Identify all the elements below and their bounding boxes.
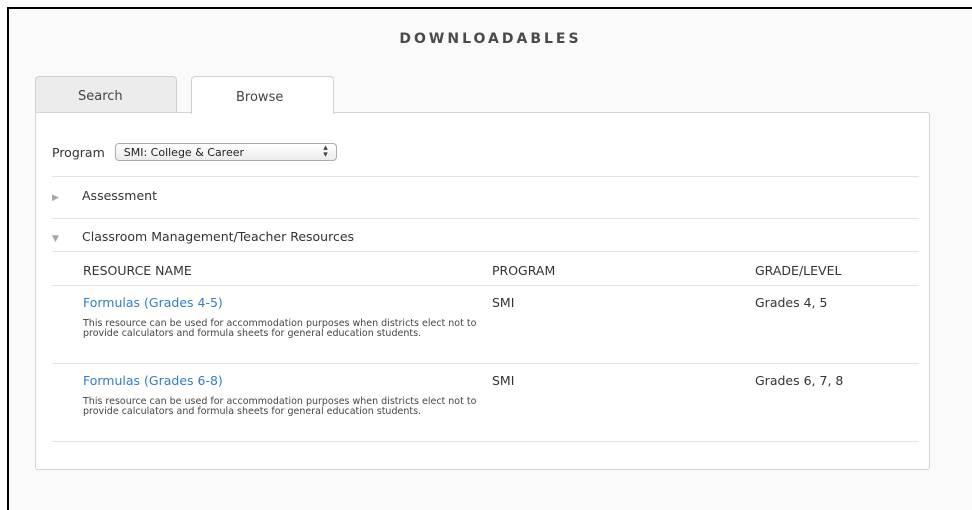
accordion-label: Assessment — [82, 188, 157, 203]
divider — [52, 251, 919, 252]
up-down-arrows-icon: ▴ ▾ — [323, 143, 328, 160]
program-label: Program — [52, 144, 105, 160]
column-header-program: PROGRAM — [492, 263, 556, 278]
browse-panel: Program SMI: College & Career ▴ ▾ ▶ Assess… — [35, 112, 930, 470]
resource-link[interactable]: Formulas (Grades 6-8) — [83, 373, 223, 388]
program-select[interactable]: SMI: College & Career ▴ ▾ — [114, 143, 337, 161]
program-select-value: SMI: College & Career — [123, 146, 245, 159]
accordion-label: Classroom Management/Teacher Resources — [82, 229, 355, 244]
resource-grade: Grades 4, 5 — [755, 295, 828, 310]
tab-search[interactable]: Search — [35, 76, 177, 113]
accordion-item-assessment[interactable]: ▶ Assessment — [52, 188, 157, 203]
divider — [52, 176, 919, 177]
page-frame: DOWNLOADABLES Search Browse Program SMI:… — [7, 7, 972, 510]
divider — [52, 441, 919, 442]
resource-grade: Grades 6, 7, 8 — [755, 373, 844, 388]
resource-description: This resource can be used for accommodat… — [83, 396, 477, 417]
column-header-grade-level: GRADE/LEVEL — [755, 263, 842, 278]
resource-description: This resource can be used for accommodat… — [83, 318, 477, 339]
resource-program: SMI — [492, 295, 515, 310]
triangle-right-icon: ▶ — [52, 193, 59, 203]
divider — [52, 218, 919, 219]
divider — [52, 363, 919, 364]
tab-browse-label: Browse — [236, 90, 284, 105]
triangle-down-icon: ▼ — [52, 234, 59, 244]
resource-link[interactable]: Formulas (Grades 4-5) — [83, 295, 223, 310]
tab-browse[interactable]: Browse — [191, 76, 334, 114]
program-filter: Program SMI: College & Career ▴ ▾ — [52, 143, 337, 161]
resource-program: SMI — [492, 373, 515, 388]
page-title: DOWNLOADABLES — [399, 31, 582, 47]
tab-search-label: Search — [78, 89, 123, 104]
column-header-resource-name: RESOURCE NAME — [83, 263, 192, 278]
divider — [52, 285, 919, 286]
accordion-item-classroom-management[interactable]: ▼ Classroom Management/Teacher Resources — [52, 229, 354, 244]
